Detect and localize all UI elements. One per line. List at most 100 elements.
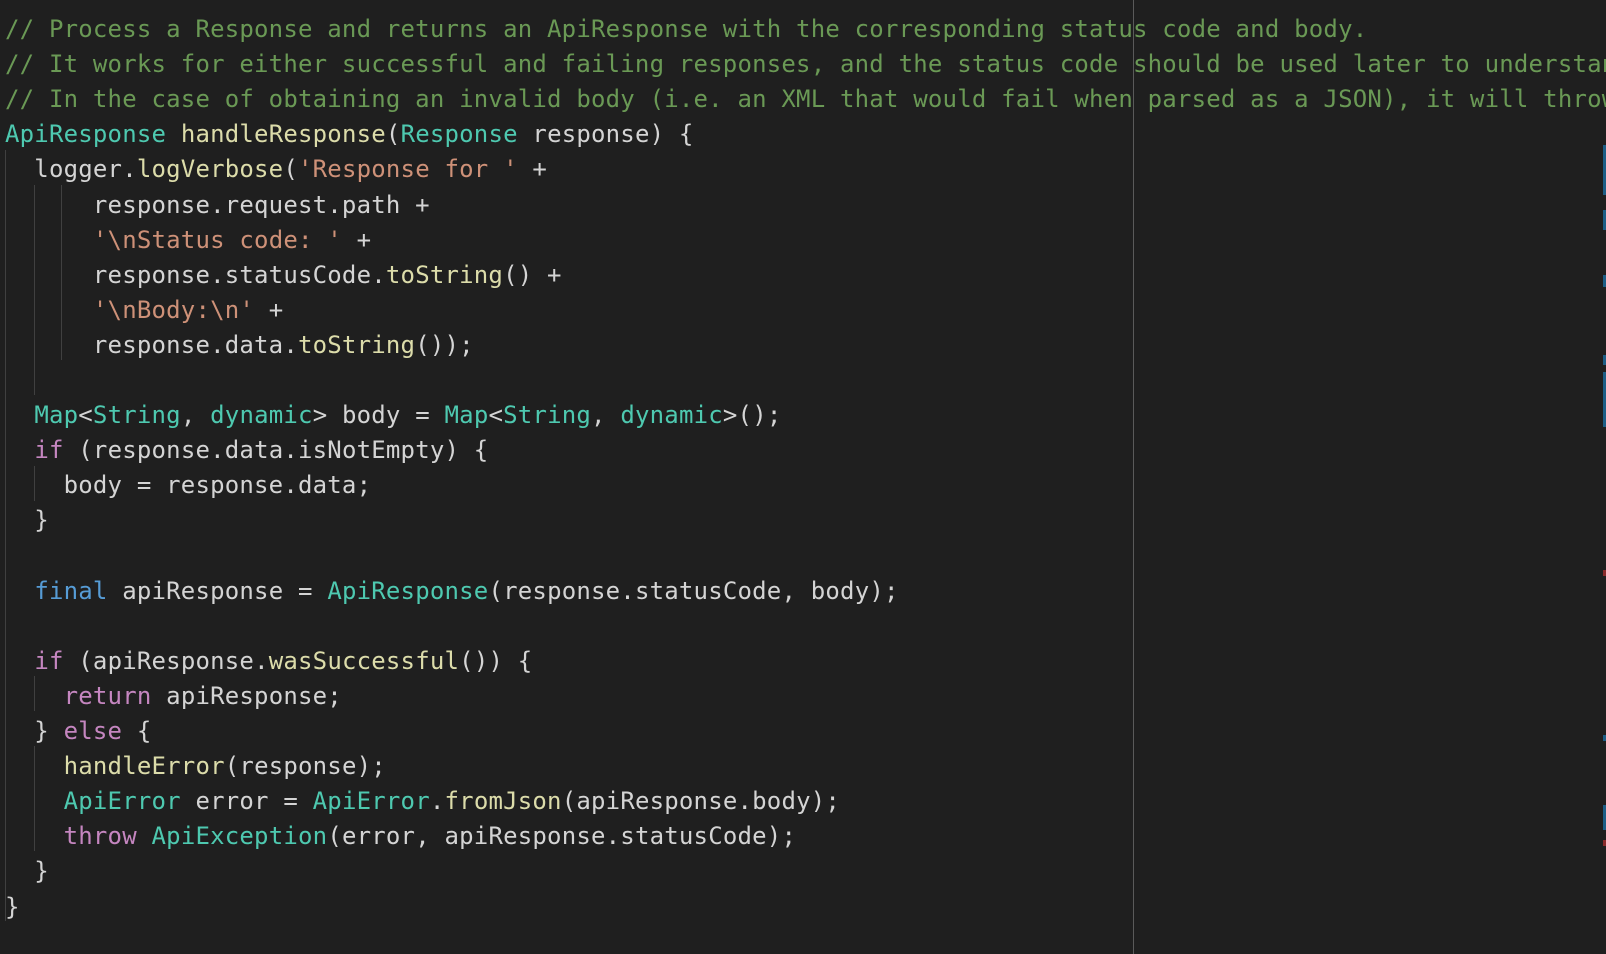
code-token: if <box>34 436 64 465</box>
code-line[interactable]: // Process a Response and returns an Api… <box>5 11 1367 47</box>
code-token: '\nStatus code: ' <box>92 225 342 254</box>
code-token: , <box>591 401 621 430</box>
code-token: logVerbose <box>136 155 284 184</box>
code-line[interactable]: throw ApiException(error, apiResponse.st… <box>5 818 796 854</box>
code-line[interactable]: if (apiResponse.wasSuccessful()) { <box>5 643 532 679</box>
code-line[interactable]: ApiResponse handleResponse(Response resp… <box>5 116 694 152</box>
code-token: toString <box>385 260 504 289</box>
code-token: body = response.data; <box>5 471 372 500</box>
code-token: response.data. <box>5 330 298 359</box>
code-editor[interactable]: // Process a Response and returns an Api… <box>0 0 1606 954</box>
code-token: ApiError <box>63 787 181 816</box>
code-line[interactable]: logger.logVerbose('Response for ' + <box>5 151 547 187</box>
code-token: response.statusCode. <box>5 260 386 289</box>
code-token: handleResponse <box>180 120 386 149</box>
code-token: , <box>180 401 211 430</box>
code-token: ApiResponse <box>5 120 167 149</box>
code-line[interactable]: ApiError error = ApiError.fromJson(apiRe… <box>5 783 840 819</box>
code-line[interactable]: // It works for either successful and fa… <box>5 46 1606 82</box>
code-token: (apiResponse. <box>63 646 269 675</box>
code-token: final <box>34 576 108 605</box>
code-token: apiResponse = <box>107 576 328 605</box>
code-line[interactable]: return apiResponse; <box>5 678 342 714</box>
code-token: // In the case of obtaining an invalid b… <box>5 85 1606 114</box>
code-token: + <box>517 155 548 184</box>
code-token: . <box>429 787 445 816</box>
code-token: return <box>63 681 152 710</box>
code-line[interactable]: // In the case of obtaining an invalid b… <box>5 81 1606 117</box>
code-token: < <box>78 401 93 430</box>
code-line[interactable]: } else { <box>5 713 152 749</box>
code-token: } <box>5 857 49 886</box>
code-line[interactable]: '\nBody:\n' + <box>5 292 283 328</box>
code-token: String <box>92 401 181 430</box>
code-token: (response.statusCode, body); <box>488 576 899 605</box>
code-token: ApiError <box>312 787 430 816</box>
code-token: { <box>122 717 152 745</box>
code-line[interactable]: body = response.data; <box>5 467 371 503</box>
code-token: Response <box>400 120 518 149</box>
code-token: ()) { <box>459 646 533 675</box>
code-token: String <box>503 401 592 430</box>
code-token: + <box>254 295 284 324</box>
code-token: response.request.path + <box>5 190 430 219</box>
code-token: if <box>34 646 64 675</box>
code-line[interactable]: response.data.toString()); <box>5 327 474 363</box>
code-token: ()); <box>415 330 474 359</box>
code-line[interactable]: Map<String, dynamic> body = Map<String, … <box>5 397 782 433</box>
code-line[interactable]: } <box>5 502 49 538</box>
code-token: error = <box>180 787 313 816</box>
code-token: Map <box>444 401 489 430</box>
code-token: Map <box>34 401 79 430</box>
code-line[interactable]: } <box>5 853 49 889</box>
code-line[interactable]: final apiResponse = ApiResponse(response… <box>5 573 899 609</box>
code-token: wasSuccessful <box>268 646 460 675</box>
code-token: ( <box>283 155 298 184</box>
code-token: dynamic <box>210 401 313 430</box>
code-token: } <box>5 892 20 921</box>
code-token: throw <box>63 822 137 851</box>
code-line[interactable]: if (response.data.isNotEmpty) { <box>5 432 488 468</box>
code-line[interactable]: } <box>5 889 20 925</box>
code-token: } <box>5 717 64 745</box>
code-token: > body = <box>312 401 445 430</box>
code-token: ApiException <box>151 822 328 851</box>
code-token: response) { <box>517 120 694 149</box>
code-token: handleError <box>63 752 225 781</box>
code-token: < <box>488 401 504 430</box>
code-token: fromJson <box>444 787 562 816</box>
code-token: else <box>63 717 123 745</box>
code-token: ApiResponse <box>327 576 489 605</box>
code-token: 'Response for ' <box>298 155 518 184</box>
code-line[interactable]: handleError(response); <box>5 748 386 784</box>
code-line[interactable]: response.statusCode.toString() + <box>5 257 562 293</box>
code-token: ( <box>385 120 401 149</box>
code-token: dynamic <box>620 401 723 430</box>
code-token: '\nBody:\n' <box>92 295 255 324</box>
code-token: apiResponse; <box>151 681 342 710</box>
code-token: (error, apiResponse.statusCode); <box>327 822 797 851</box>
column-ruler <box>1133 0 1134 954</box>
code-token: (response); <box>224 752 386 781</box>
code-token: logger. <box>5 155 137 184</box>
code-token: (response.data.isNotEmpty) { <box>63 436 489 465</box>
code-token: (apiResponse.body); <box>561 787 841 816</box>
code-token: // It works for either successful and fa… <box>5 50 1606 79</box>
code-line[interactable]: response.request.path + <box>5 187 430 223</box>
code-line[interactable]: '\nStatus code: ' + <box>5 222 371 258</box>
code-token: toString <box>297 330 416 359</box>
code-token: () + <box>503 260 562 289</box>
code-token: // Process a Response and returns an Api… <box>5 15 1368 43</box>
code-token: } <box>5 506 49 535</box>
